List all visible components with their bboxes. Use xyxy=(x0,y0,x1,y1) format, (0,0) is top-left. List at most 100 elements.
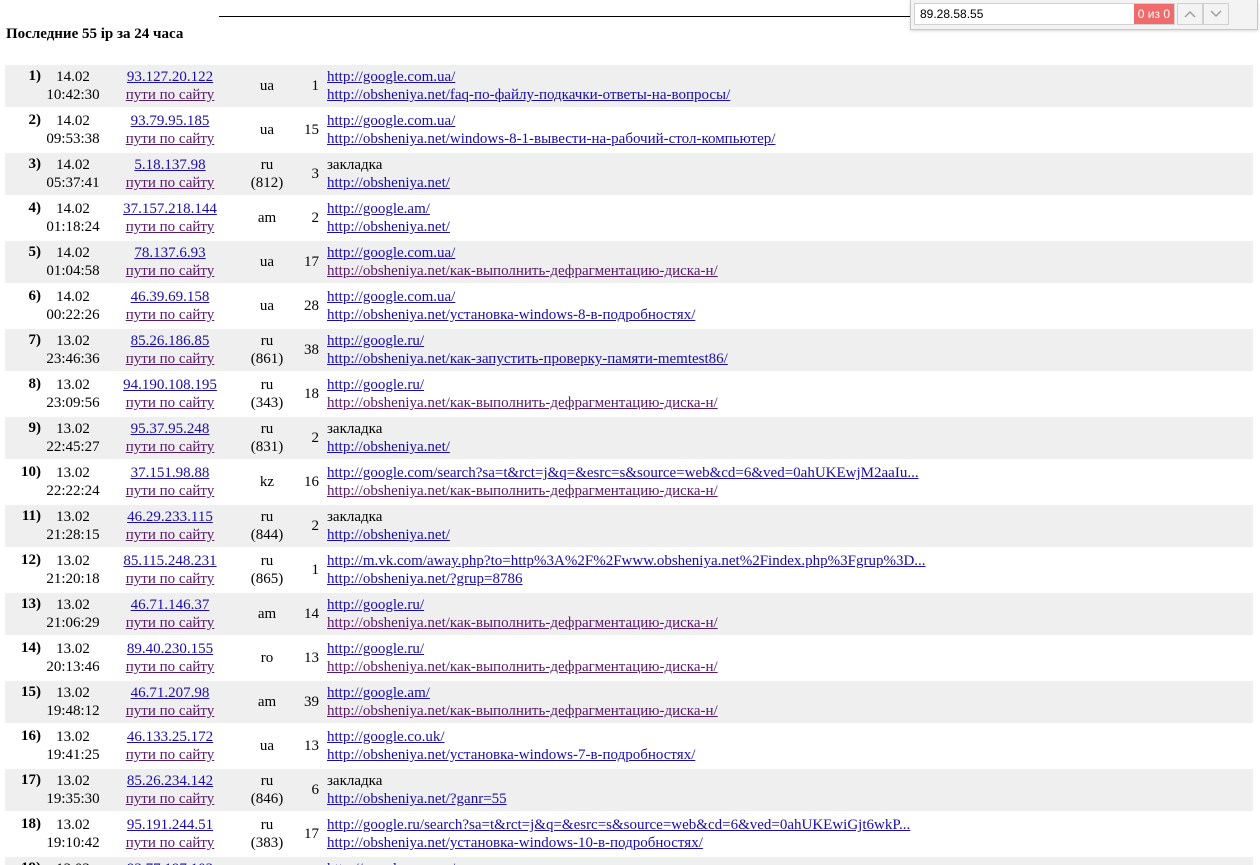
ip-link[interactable]: 46.71.207.98 xyxy=(131,685,210,701)
referrer-link[interactable]: http://google.am/ xyxy=(327,201,430,217)
ip-link[interactable]: 95.191.244.51 xyxy=(127,817,213,833)
ip-link[interactable]: 85.115.248.231 xyxy=(123,553,216,569)
site-paths-link[interactable]: пути по сайту xyxy=(126,791,215,807)
landing-page-link[interactable]: http://obsheniya.net/ xyxy=(327,219,450,235)
visit-date: 13.02 xyxy=(56,729,90,745)
ip-link[interactable]: 46.29.233.115 xyxy=(127,509,213,525)
site-paths-link[interactable]: пути по сайту xyxy=(126,219,215,235)
country-cell: ua xyxy=(235,857,299,865)
country-code: ru xyxy=(260,509,274,525)
row-number-cell: 9) xyxy=(5,417,41,459)
ip-link[interactable]: 93.79.95.185 xyxy=(131,113,210,129)
referrer-link[interactable]: http://google.ru/ xyxy=(327,597,424,613)
landing-page-link[interactable]: http://obsheniya.net/?ganr=55 xyxy=(327,791,507,807)
referrer-link[interactable]: http://google.com.ua/ xyxy=(327,245,455,261)
site-paths-link[interactable]: пути по сайту xyxy=(126,175,215,191)
ip-link[interactable]: 46.39.69.158 xyxy=(131,289,210,305)
row-number: 12) xyxy=(21,552,41,568)
site-paths-link[interactable]: пути по сайту xyxy=(126,483,215,499)
page-title: Последние 55 ip за 24 часа xyxy=(6,26,184,42)
row-number-cell: 15) xyxy=(5,681,41,723)
referrer-link[interactable]: http://google.ru/ xyxy=(327,333,424,349)
referrer-wrap: закладка xyxy=(327,508,1253,526)
site-paths-link[interactable]: пути по сайту xyxy=(126,659,215,675)
referrer-link[interactable]: http://google.com.ua/ xyxy=(327,113,455,129)
referrer-link[interactable]: http://m.vk.com/away.php?to=http%3A%2F%2… xyxy=(327,553,926,569)
site-paths-link[interactable]: пути по сайту xyxy=(126,87,215,103)
datetime-cell: 13.02 20:13:46 xyxy=(41,637,105,679)
landing-page-link[interactable]: http://obsheniya.net/установка-windows-8… xyxy=(327,307,695,323)
ip-link[interactable]: 93.127.20.122 xyxy=(127,69,213,85)
site-paths-link[interactable]: пути по сайту xyxy=(126,263,215,279)
row-number: 18) xyxy=(21,816,41,832)
ip-link[interactable]: 89.40.230.155 xyxy=(127,641,213,657)
ip-link[interactable]: 46.71.146.37 xyxy=(131,597,210,613)
ip-link[interactable]: 85.26.186.85 xyxy=(131,333,210,349)
landing-page-link[interactable]: http://obsheniya.net/установка-windows-7… xyxy=(327,747,695,763)
region-code: (844) xyxy=(250,527,284,543)
visit-count: 16 xyxy=(299,461,327,503)
country-cell: ua xyxy=(235,65,299,107)
referrer-link[interactable]: http://google.ru/ xyxy=(327,641,424,657)
referrer-link[interactable]: http://google.com.ua/ xyxy=(327,861,455,865)
row-number: 6) xyxy=(28,288,42,304)
referrer-link[interactable]: http://google.ru/search?sa=t&rct=j&q=&es… xyxy=(327,817,910,833)
referrer-link[interactable]: http://google.co.uk/ xyxy=(327,729,445,745)
site-paths-link[interactable]: пути по сайту xyxy=(126,307,215,323)
country-code: ru xyxy=(260,817,274,833)
ip-link[interactable]: 46.133.25.172 xyxy=(127,729,213,745)
site-paths-link[interactable]: пути по сайту xyxy=(126,615,215,631)
landing-page-link[interactable]: http://obsheniya.net/windows-8-1-вывести… xyxy=(327,131,775,147)
landing-page-link[interactable]: http://obsheniya.net/ xyxy=(327,175,450,191)
referrer-wrap: http://google.com.ua/ xyxy=(327,244,1253,262)
visit-date: 13.02 xyxy=(56,773,90,789)
site-paths-link[interactable]: пути по сайту xyxy=(126,131,215,147)
ip-link[interactable]: 37.157.218.144 xyxy=(123,201,217,217)
landing-page-link[interactable]: http://obsheniya.net/как-выполнить-дефра… xyxy=(327,615,718,631)
ip-link[interactable]: 95.37.95.248 xyxy=(131,421,210,437)
ip-link[interactable]: 85.26.234.142 xyxy=(127,773,213,789)
landing-page-link[interactable]: http://obsheniya.net/как-выполнить-дефра… xyxy=(327,483,718,499)
ip-link[interactable]: 93.77.197.102 xyxy=(127,861,213,865)
row-number-cell: 2) xyxy=(5,109,41,151)
visits-table: 1) 14.02 10:42:30 93.127.20.122 пути по … xyxy=(5,63,1253,865)
site-paths-link[interactable]: пути по сайту xyxy=(126,703,215,719)
landing-page-link[interactable]: http://obsheniya.net/ xyxy=(327,527,450,543)
ip-link[interactable]: 37.151.98.88 xyxy=(131,465,210,481)
find-previous-button[interactable] xyxy=(1177,3,1203,25)
landing-page-link[interactable]: http://obsheniya.net/как-запустить-прове… xyxy=(327,351,728,367)
row-number-cell: 18) xyxy=(5,813,41,855)
referrer-link[interactable]: http://google.com.ua/ xyxy=(327,69,455,85)
referrer-link[interactable]: http://google.ru/ xyxy=(327,377,424,393)
referrer-link[interactable]: http://google.com.ua/ xyxy=(327,289,455,305)
landing-page-link[interactable]: http://obsheniya.net/установка-windows-1… xyxy=(327,835,703,851)
landing-page-link[interactable]: http://obsheniya.net/?grup=8786 xyxy=(327,571,523,587)
landing-page-link[interactable]: http://obsheniya.net/как-выполнить-дефра… xyxy=(327,659,718,675)
site-paths-link[interactable]: пути по сайту xyxy=(126,747,215,763)
landing-page-link[interactable]: http://obsheniya.net/faq-по-файлу-подкач… xyxy=(327,87,730,103)
landing-page-link[interactable]: http://obsheniya.net/как-выполнить-дефра… xyxy=(327,263,718,279)
site-paths-link[interactable]: пути по сайту xyxy=(126,351,215,367)
country-cell: ru (343) xyxy=(235,373,299,415)
landing-page-link[interactable]: http://obsheniya.net/ xyxy=(327,439,450,455)
visit-time: 23:09:56 xyxy=(46,395,100,411)
country-cell: am xyxy=(235,681,299,723)
row-number-cell: 13) xyxy=(5,593,41,635)
site-paths-link[interactable]: пути по сайту xyxy=(126,527,215,543)
ip-link[interactable]: 78.137.6.93 xyxy=(134,245,205,261)
row-number-cell: 6) xyxy=(5,285,41,327)
visit-date: 13.02 xyxy=(41,860,105,865)
referrer-link[interactable]: http://google.com/search?sa=t&rct=j&q=&e… xyxy=(327,465,919,481)
landing-page-link[interactable]: http://obsheniya.net/как-выполнить-дефра… xyxy=(327,395,718,411)
site-paths-link[interactable]: пути по сайту xyxy=(126,835,215,851)
site-paths-link[interactable]: пути по сайту xyxy=(126,571,215,587)
ip-link[interactable]: 5.18.137.98 xyxy=(134,157,205,173)
site-paths-link[interactable]: пути по сайту xyxy=(126,395,215,411)
country-cell: ru (812) xyxy=(235,153,299,195)
landing-page-link[interactable]: http://obsheniya.net/как-выполнить-дефра… xyxy=(327,703,718,719)
find-input[interactable] xyxy=(915,4,1143,24)
find-next-button[interactable] xyxy=(1203,3,1229,25)
site-paths-link[interactable]: пути по сайту xyxy=(126,439,215,455)
ip-link[interactable]: 94.190.108.195 xyxy=(123,377,217,393)
referrer-link[interactable]: http://google.am/ xyxy=(327,685,430,701)
